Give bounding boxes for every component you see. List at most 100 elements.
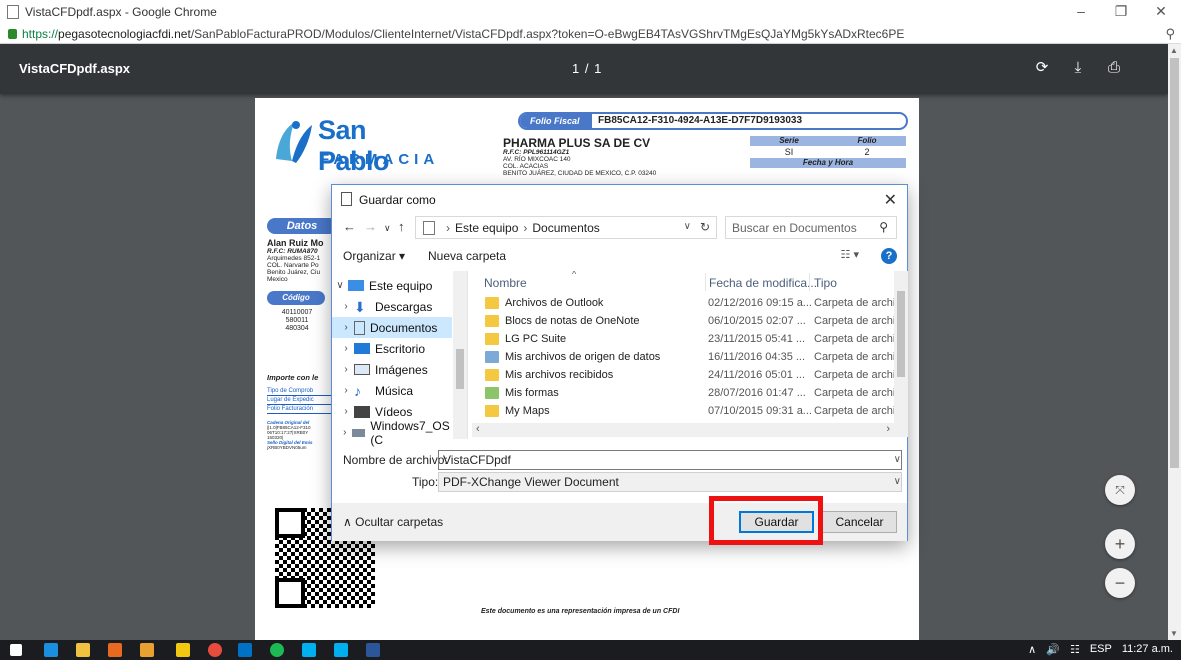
volume-icon[interactable]: 🔊: [1046, 643, 1060, 656]
client-address-2: COL. Narvarte Po: [267, 262, 319, 269]
store-icon[interactable]: [140, 643, 154, 657]
address-bar[interactable]: https://pegasotecnologiacfdi.net/SanPabl…: [0, 24, 1181, 44]
file-row[interactable]: LG PC Suite 23/11/2015 05:41 ... Carpeta…: [472, 331, 894, 349]
download-icon[interactable]: ⤓: [1066, 56, 1090, 80]
file-row[interactable]: My Maps 07/10/2015 09:31 a... Carpeta de…: [472, 403, 894, 421]
outlook-icon[interactable]: [238, 643, 252, 657]
restore-icon[interactable]: ❐: [1101, 0, 1141, 24]
organize-button[interactable]: Organizar ▾: [343, 249, 405, 263]
zoom-in-icon[interactable]: +: [1105, 529, 1135, 559]
keyboard-lang[interactable]: ESP: [1090, 643, 1112, 656]
file-row[interactable]: Mis formas 28/07/2016 01:47 ... Carpeta …: [472, 385, 894, 403]
chevron-right-icon[interactable]: ›: [338, 322, 354, 333]
window-controls: – ❐ ✕: [1061, 0, 1181, 24]
column-type[interactable]: Tipo: [814, 276, 837, 290]
powerbi-icon[interactable]: [176, 643, 190, 657]
print-icon[interactable]: ⎙: [1102, 56, 1126, 80]
cancel-button[interactable]: Cancelar: [822, 511, 897, 533]
file-list-hscrollbar[interactable]: ‹ ›: [472, 423, 908, 437]
tree-item-musica[interactable]: › ♪ Música: [332, 380, 452, 401]
word-icon[interactable]: [366, 643, 380, 657]
chevron-right-icon[interactable]: ›: [338, 406, 354, 417]
file-explorer-icon[interactable]: [76, 643, 90, 657]
clock[interactable]: 11:27 a.m.: [1122, 643, 1173, 656]
new-folder-button[interactable]: Nueva carpeta: [428, 249, 506, 263]
network-icon[interactable]: ☷: [1070, 643, 1080, 656]
tree-scroll-thumb[interactable]: [456, 349, 464, 389]
filetype-select[interactable]: PDF-XChange Viewer Document: [438, 472, 902, 492]
chevron-right-icon[interactable]: ›: [338, 364, 354, 375]
breadcrumb[interactable]: › Este equipo › Documentos ∨ ↻: [415, 216, 717, 239]
forward-arrow-icon[interactable]: →: [364, 219, 377, 234]
zoom-out-icon[interactable]: −: [1105, 568, 1135, 598]
chevron-right-icon[interactable]: ›: [338, 343, 354, 354]
scroll-up-icon[interactable]: ▲: [1170, 46, 1178, 55]
column-name[interactable]: Nombre: [484, 276, 527, 290]
folio-fiscal-box: Folio Fiscal FB85CA12-F310-4924-A13E-D7F…: [518, 112, 908, 130]
url-text[interactable]: https://pegasotecnologiacfdi.net/SanPabl…: [22, 27, 904, 41]
tree-scrollbar[interactable]: [453, 271, 467, 439]
skype-icon[interactable]: [302, 643, 316, 657]
file-row[interactable]: Archivos de Outlook 02/12/2016 09:15 a..…: [472, 295, 894, 313]
minimize-icon[interactable]: –: [1061, 0, 1101, 24]
column-date[interactable]: Fecha de modifica...: [709, 276, 817, 290]
chevron-down-icon[interactable]: ∨: [332, 280, 348, 291]
breadcrumb-current[interactable]: Documentos: [532, 221, 599, 235]
close-icon[interactable]: ✕: [1141, 0, 1181, 24]
chevron-down-icon[interactable]: ∨: [684, 221, 691, 232]
hide-folders-toggle[interactable]: ∧ Ocultar carpetas: [343, 515, 443, 529]
tree-item-windows-drive[interactable]: › Windows7_OS (C: [332, 419, 452, 447]
scroll-left-icon[interactable]: ‹: [476, 423, 480, 435]
chevron-up-icon[interactable]: ∧: [1028, 643, 1036, 656]
folder-icon: [485, 315, 499, 327]
windows-start-icon[interactable]: [10, 644, 22, 656]
windows-taskbar: ∧ 🔊 ☷ ESP 11:27 a.m.: [0, 640, 1181, 660]
tree-item-imagenes[interactable]: › Imágenes: [332, 359, 452, 380]
skype-business-icon[interactable]: [334, 643, 348, 657]
tree-item-label: Música: [375, 383, 414, 398]
file-row[interactable]: Mis archivos de origen de datos 16/11/20…: [472, 349, 894, 367]
up-arrow-icon[interactable]: ↑: [398, 219, 405, 234]
column-divider[interactable]: [705, 273, 706, 291]
rotate-icon[interactable]: ⟳: [1030, 56, 1054, 80]
logo-mark-icon: [276, 121, 312, 163]
recent-dropdown-icon[interactable]: ∨: [384, 223, 391, 234]
chrome-icon[interactable]: [208, 643, 222, 657]
chevron-down-icon[interactable]: ∨: [894, 476, 901, 487]
scroll-right-icon[interactable]: ›: [886, 423, 890, 435]
chevron-down-icon[interactable]: ∨: [894, 454, 901, 465]
file-row[interactable]: Mis archivos recibidos 24/11/2016 05:01 …: [472, 367, 894, 385]
column-divider[interactable]: [809, 273, 810, 291]
tree-item-documentos[interactable]: › Documentos: [332, 317, 452, 338]
office-icon[interactable]: [108, 643, 122, 657]
window-title: VistaCFDpdf.aspx - Google Chrome: [25, 5, 217, 19]
search-input[interactable]: Buscar en Documentos ⚲: [725, 216, 897, 239]
dialog-close-icon[interactable]: ✕: [884, 190, 897, 210]
help-icon[interactable]: ?: [881, 248, 897, 264]
search-icon[interactable]: ⚲: [879, 220, 888, 234]
chevron-right-icon[interactable]: ›: [338, 385, 354, 396]
fit-page-icon[interactable]: ⤧: [1105, 475, 1135, 505]
file-row[interactable]: Blocs de notas de OneNote 06/10/2015 02:…: [472, 313, 894, 331]
breadcrumb-root[interactable]: Este equipo: [455, 221, 518, 235]
zoom-icon[interactable]: ⚲: [1165, 26, 1175, 42]
san-pablo-logo: San Pablo FARMACIA: [274, 111, 434, 176]
refresh-icon[interactable]: ↻: [700, 220, 710, 234]
file-list-scrollbar[interactable]: [894, 271, 908, 423]
chevron-right-icon[interactable]: ›: [338, 301, 354, 312]
scroll-down-icon[interactable]: ▼: [1170, 629, 1178, 638]
file-type: Carpeta de archiv: [814, 297, 894, 309]
tree-item-descargas[interactable]: › ⬇ Descargas: [332, 296, 452, 317]
file-scroll-thumb[interactable]: [897, 291, 905, 377]
page-scrollbar[interactable]: ▲ ▼: [1168, 44, 1181, 640]
spotify-icon[interactable]: [270, 643, 284, 657]
lock-icon[interactable]: [8, 28, 17, 39]
back-arrow-icon[interactable]: ←: [343, 219, 356, 234]
chevron-right-icon[interactable]: ›: [338, 427, 352, 438]
scrollbar-thumb[interactable]: [1170, 58, 1179, 468]
filename-input[interactable]: VistaCFDpdf: [438, 450, 902, 470]
tree-item-este-equipo[interactable]: ∨ Este equipo: [332, 275, 452, 296]
view-options-icon[interactable]: ☷ ▾: [841, 248, 859, 261]
internet-explorer-icon[interactable]: [44, 643, 58, 657]
tree-item-escritorio[interactable]: › Escritorio: [332, 338, 452, 359]
